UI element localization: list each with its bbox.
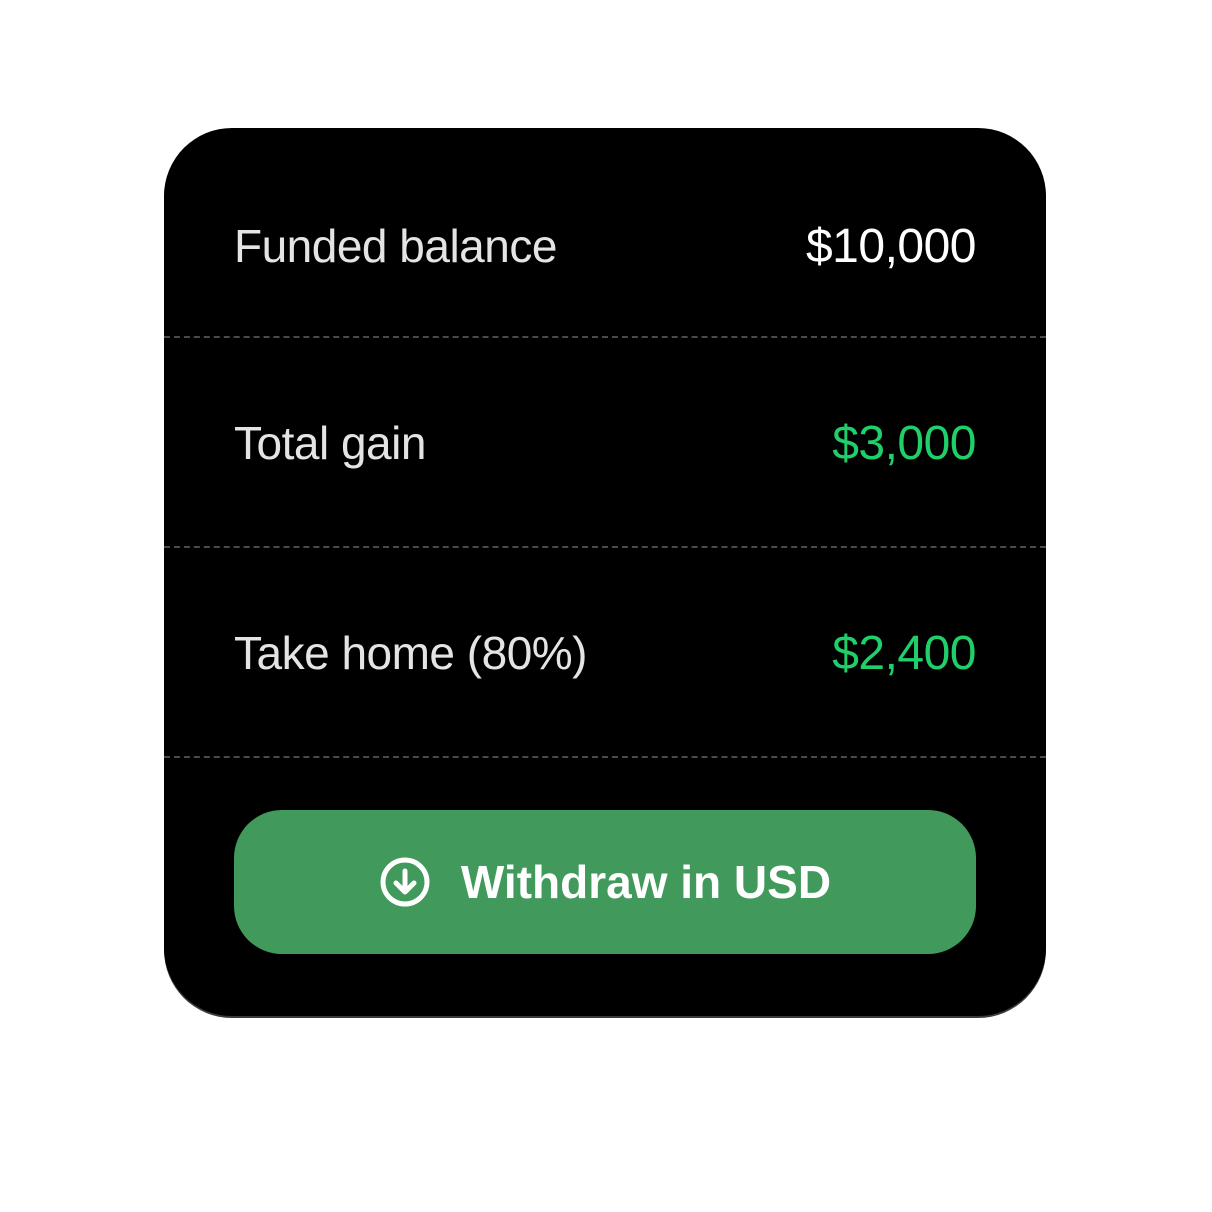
withdraw-usd-label: Withdraw in USD xyxy=(460,856,832,908)
take-home-value: $2,400 xyxy=(832,626,976,680)
funded-balance-row: Funded balance $10,000 xyxy=(164,168,1046,324)
total-gain-row: Total gain $3,000 xyxy=(164,368,1046,518)
withdraw-usd-button[interactable]: Withdraw in USD xyxy=(234,810,976,954)
divider xyxy=(164,546,1046,548)
divider xyxy=(164,756,1046,758)
total-gain-label: Total gain xyxy=(234,417,426,469)
funded-balance-label: Funded balance xyxy=(234,220,557,272)
total-gain-value: $3,000 xyxy=(832,416,976,470)
take-home-label: Take home (80%) xyxy=(234,627,588,679)
arrow-down-circle-icon xyxy=(379,856,431,908)
payout-card: Funded balance $10,000 Total gain $3,000… xyxy=(164,128,1046,1016)
take-home-row: Take home (80%) $2,400 xyxy=(164,578,1046,728)
divider xyxy=(164,336,1046,338)
funded-balance-value: $10,000 xyxy=(805,219,977,273)
